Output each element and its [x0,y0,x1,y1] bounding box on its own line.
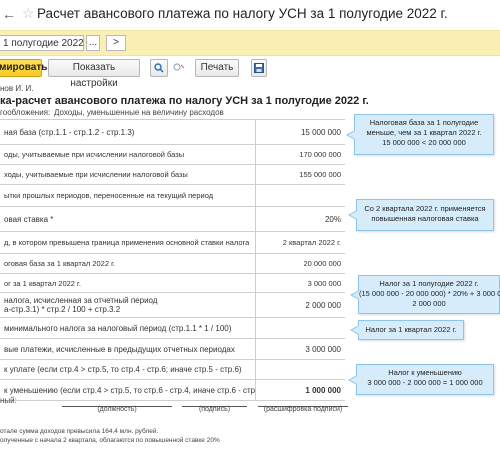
row-value: 15 000 000 [254,119,345,145]
search-cancel-icon[interactable] [170,59,188,77]
row-label: к уплате (если стр.4 > стр.5, то стр.4 -… [0,359,255,380]
table-row: ходы, учитываемые при исчислении налогов… [0,164,345,185]
window-title: Расчет авансового платежа по налогу УСН … [37,6,448,21]
star-icon[interactable]: ☆ [22,5,35,22]
title-bar: ← ☆ Расчет авансового платежа по налогу … [0,0,500,28]
row-label: оды, учитываемые при исчислении налогово… [0,144,255,165]
period-choose-button[interactable]: ... [86,35,100,51]
table-row: минимального налога за налоговый период … [0,317,345,339]
callout-line: Со 2 квартала 2022 г. применяется [364,204,486,213]
callout-line: Налоговая база за 1 полугодие [369,118,479,127]
footnote-1: отале сумма доходов превысила 164,4 млн.… [0,428,159,435]
callout-reduction: Налог к уменьшению 3 000 000 - 2 000 000… [348,364,494,395]
row-label: ходы, учитываемые при исчислении налогов… [0,164,255,185]
table-row: оговая база за 1 квартал 2022 г. 20 000 … [0,253,345,274]
table-row: налога, исчисленная за отчетный период а… [0,292,345,318]
table-row: ытки прошлых периодов, переносенные на т… [0,184,345,207]
row-label: д, в котором превышена граница применени… [0,231,255,254]
row-value: 2 000 000 [254,292,345,318]
report-table: ная база (стр.1.1 - стр.1.2 - стр.1.3) 1… [0,119,345,401]
callout-line: Налог за 1 квартал 2022 г. [365,325,457,334]
callout-line: Налог за 1 полугодие 2022 г. [379,279,479,288]
row-value [254,359,345,380]
row-label: ог за 1 квартал 2022 г. [0,273,255,293]
sign-caption: (подпись) [198,406,231,413]
period-input[interactable]: 1 полугодие 2022 г. [0,35,92,51]
row-label: вые платежи, исчисленные в предыдущих от… [0,338,255,360]
table-row: овая ставка * 20% [0,206,345,232]
row-label: оговая база за 1 квартал 2022 г. [0,253,255,274]
callout-line: Налог к уменьшению [388,368,462,377]
row-value: 2 квартал 2022 г. [254,231,345,254]
callout-half-year-tax: Налог за 1 полугодие 2022 г. (15 000 000… [350,275,500,314]
row-label: налога, исчисленная за отчетный период а… [0,292,255,318]
toolbar: мировать Показать настройки Печать [0,58,500,89]
signature-label: ный: [0,396,17,405]
row-label: овая ставка * [0,206,255,232]
callout-line: повышенная налоговая ставка [371,214,479,223]
report-title: ка-расчет авансового платежа по налогу У… [0,95,369,107]
row-label-line2: а-стр.3.1) * стр.2 / 100 + стр.3.2 [4,305,121,314]
tax-object-label: гообложения: [0,108,51,117]
callout-line: 2 000 000 [412,299,446,308]
decode-caption: (расшифровка подписи) [263,406,343,413]
table-row: ная база (стр.1.1 - стр.1.2 - стр.1.3) 1… [0,119,345,145]
row-value [254,317,345,339]
table-row: к уплате (если стр.4 > стр.5, то стр.4 -… [0,359,345,380]
search-icon[interactable] [150,59,168,77]
table-row: д, в котором превышена граница применени… [0,231,345,254]
row-label-line1: налога, исчисленная за отчетный период [4,296,158,305]
row-value: 155 000 000 [254,164,345,185]
callout-tax-base: Налоговая база за 1 полугодие меньше, че… [346,114,494,155]
row-label: ытки прошлых периодов, переносенные на т… [0,184,255,207]
organization-name: нов И. И. [0,84,34,93]
table-row: вые платежи, исчисленные в предыдущих от… [0,338,345,360]
print-button[interactable]: Печать [195,59,239,77]
callout-line: меньше, чем за 1 квартал 2022 г. [366,128,482,137]
position-caption: (должность) [97,406,137,413]
row-value: 3 000 000 [254,338,345,360]
tax-object-value: Доходы, уменьшенные на величину расходов [54,108,224,117]
arrow-left-icon[interactable]: ← [2,6,16,22]
footnote-2: олученные с начала 2 квартала, облагаютс… [0,437,220,444]
callout-line: 15 000 000 < 20 000 000 [382,138,466,147]
row-value: 3 000 000 [254,273,345,293]
row-value: 20 000 000 [254,253,345,274]
callout-tax-rate: Со 2 квартала 2022 г. применяется повыше… [348,199,494,231]
show-settings-button[interactable]: Показать настройки [48,59,140,89]
callout-line: (15 000 000 - 20 000 000) * 20% + 3 000 … [359,289,500,298]
callout-line: 3 000 000 - 2 000 000 = 1 000 000 [367,378,483,387]
period-generate-arrow-button[interactable]: > [106,35,126,51]
table-row: ог за 1 квартал 2022 г. 3 000 000 [0,273,345,293]
row-value: 20% [254,206,345,232]
table-row: оды, учитываемые при исчислении налогово… [0,144,345,165]
row-value: 170 000 000 [254,144,345,165]
row-value [254,184,345,207]
callout-q1-tax: Налог за 1 квартал 2022 г. [350,320,464,340]
row-label: минимального налога за налоговый период … [0,317,255,339]
period-bar: 1 полугодие 2022 г. ... > [0,30,500,56]
save-icon[interactable] [251,59,267,77]
row-label: ная база (стр.1.1 - стр.1.2 - стр.1.3) [0,119,255,145]
generate-button[interactable]: мировать [0,59,47,77]
